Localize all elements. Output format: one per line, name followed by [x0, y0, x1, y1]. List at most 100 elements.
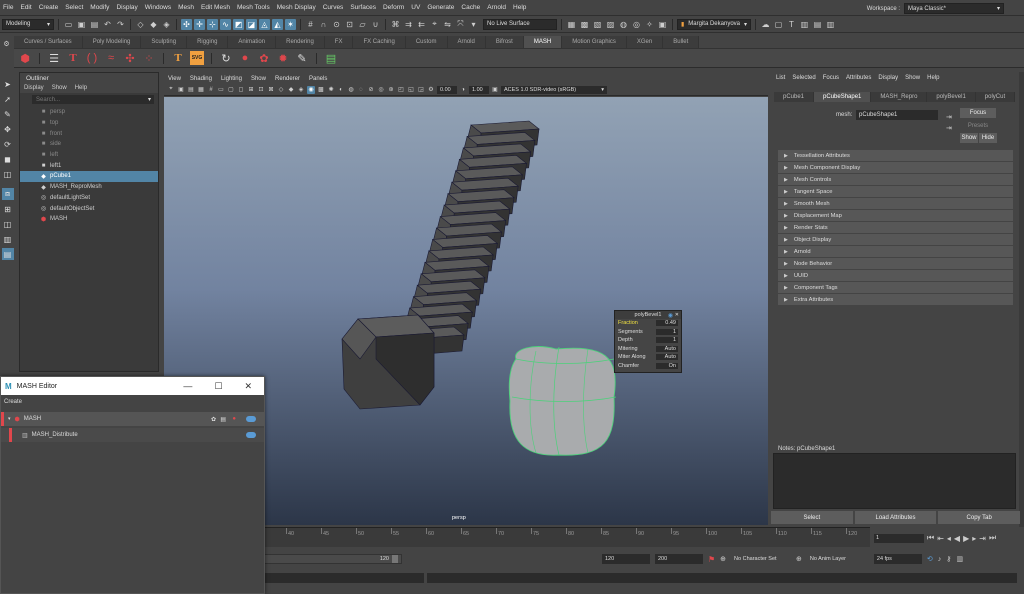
close-icon[interactable]: ✕: [675, 312, 679, 318]
attr-section[interactable]: ▶ Render Stats: [778, 222, 1013, 233]
attr-section[interactable]: ▶ Component Tags: [778, 282, 1013, 293]
history-icon[interactable]: ⌘: [390, 19, 401, 30]
attr-menu-show[interactable]: Show: [905, 75, 920, 81]
single-view-icon[interactable]: ⧈: [1, 188, 14, 200]
attr-tab[interactable]: polyBevel1: [927, 92, 976, 102]
symmetry-icon[interactable]: ⇋: [442, 19, 453, 30]
mel-input[interactable]: [264, 573, 424, 583]
shelf-tab[interactable]: FX: [324, 36, 354, 48]
polybevel-attr-value[interactable]: 0.49: [656, 320, 678, 327]
text-node-icon[interactable]: T: [66, 51, 80, 65]
input-icon[interactable]: ⇉: [403, 19, 414, 30]
feather-icon[interactable]: ✎: [295, 51, 309, 65]
wireframe-on-shaded-icon[interactable]: ◉: [307, 85, 315, 94]
select-object-icon[interactable]: ◆: [148, 19, 159, 30]
polybevel-attr-value[interactable]: Auto: [656, 354, 678, 361]
save-scene-icon[interactable]: ▤: [89, 19, 100, 30]
menu-uv[interactable]: UV: [411, 4, 420, 11]
menu-mesh-display[interactable]: Mesh Display: [277, 4, 316, 11]
image-plane-icon[interactable]: ▦: [197, 86, 205, 94]
viewport-menu-shading[interactable]: Shading: [190, 76, 212, 82]
viewport-menu-show[interactable]: Show: [251, 76, 266, 82]
gear-icon[interactable]: ⚙: [1, 38, 12, 49]
snap-surface-icon[interactable]: ▱: [357, 19, 368, 30]
handle-mask-icon[interactable]: ✛: [194, 18, 205, 30]
undo-icon[interactable]: ↶: [102, 19, 113, 30]
outliner-item[interactable]: ■ left1: [20, 160, 158, 171]
shelf-tab[interactable]: Bifrost: [485, 36, 524, 48]
camera-attr-icon[interactable]: ▣: [177, 86, 185, 94]
polybevel-attr-value[interactable]: 1: [656, 328, 678, 335]
outliner-menu-display[interactable]: Display: [24, 85, 44, 91]
viewport-menu-renderer[interactable]: Renderer: [275, 76, 300, 82]
menu-generate[interactable]: Generate: [427, 4, 454, 11]
redo-icon[interactable]: ↷: [115, 19, 126, 30]
play-backward-icon[interactable]: ◀: [954, 534, 960, 543]
render-view-icon[interactable]: ▦: [566, 19, 577, 30]
outliner-search-input[interactable]: Search... ▾: [32, 95, 154, 104]
gear-icon[interactable]: ⚙: [427, 86, 435, 94]
snap-view-icon[interactable]: ⊡: [344, 19, 355, 30]
menu-select[interactable]: Select: [65, 4, 83, 11]
light-editor-icon[interactable]: ✧: [644, 19, 655, 30]
grid-icon[interactable]: #: [207, 86, 215, 94]
menu-deform[interactable]: Deform: [383, 4, 404, 11]
surface-mask-icon[interactable]: ◩: [233, 18, 244, 30]
attr-section[interactable]: ▶ Arnold: [778, 246, 1013, 257]
paint-select-icon[interactable]: ✎: [2, 108, 14, 120]
gamma-field[interactable]: 1.00: [469, 85, 489, 94]
isolate-icon[interactable]: ⊛: [387, 86, 395, 94]
render-setup-icon[interactable]: ◎: [631, 19, 642, 30]
shelf-tab[interactable]: Sculpting: [141, 36, 188, 48]
attr-section[interactable]: ▶ Tangent Space: [778, 186, 1013, 197]
cloud-icon[interactable]: ☁: [760, 19, 771, 30]
step-back-key-icon[interactable]: ⇤: [937, 534, 944, 543]
lights-icon[interactable]: ✺: [327, 86, 335, 94]
script-icon[interactable]: ▤: [324, 51, 338, 65]
deform-mask-icon[interactable]: ◪: [246, 18, 257, 30]
attr-section[interactable]: ▶ Smooth Mesh: [778, 198, 1013, 209]
menu-mesh[interactable]: Mesh: [178, 4, 194, 11]
move-tool-icon[interactable]: ✥: [2, 123, 14, 135]
sound-icon[interactable]: ♪: [938, 556, 942, 563]
focus-arrow-icon[interactable]: ⇥: [946, 113, 952, 121]
layout-icon[interactable]: ▥: [799, 19, 810, 30]
range-slider[interactable]: 120: [264, 554, 402, 564]
output-icon[interactable]: ⇇: [416, 19, 427, 30]
menu-cache[interactable]: Cache: [461, 4, 480, 11]
brackets-icon[interactable]: ( ): [85, 51, 99, 65]
outliner-menu-show[interactable]: Show: [52, 85, 67, 91]
outliner-menu-help[interactable]: Help: [75, 85, 87, 91]
menu-mesh-tools[interactable]: Mesh Tools: [237, 4, 270, 11]
menu-edit[interactable]: Edit: [20, 4, 31, 11]
refresh-icon[interactable]: ↻: [219, 51, 233, 65]
presets-button[interactable]: Presets: [960, 121, 996, 131]
select-camera-icon[interactable]: ⌖: [167, 86, 175, 94]
curve-mask-icon[interactable]: ∿: [220, 18, 231, 30]
polybevel-attr-value[interactable]: 1: [656, 337, 678, 344]
hypershade-icon[interactable]: ◍: [618, 19, 629, 30]
select-component-icon[interactable]: ◈: [161, 19, 172, 30]
magnet-icon[interactable]: ∪: [370, 19, 381, 30]
attr-menu-display[interactable]: Display: [878, 75, 898, 81]
safe-action-icon[interactable]: ⊡: [257, 86, 265, 94]
time-slider[interactable]: 40 45 50 55 60 65 70 75 80 85 90 95 100 105 110 115 120: [264, 527, 870, 547]
attr-menu-attributes[interactable]: Attributes: [846, 75, 871, 81]
smooth-shade-icon[interactable]: ◆: [287, 86, 295, 94]
shelf-tab[interactable]: Motion Graphics: [562, 36, 627, 48]
paint-icon[interactable]: ✿: [257, 51, 271, 65]
outliner-item[interactable]: ■ persp: [20, 107, 158, 118]
curve-node-icon[interactable]: ≈: [104, 51, 118, 65]
attr-tab[interactable]: pCubeShape1: [814, 92, 872, 102]
close-icon[interactable]: ✕: [244, 381, 252, 392]
exposure-field[interactable]: 0.00: [437, 85, 457, 94]
polybevel-attr-value[interactable]: On: [656, 362, 678, 369]
aa-icon[interactable]: ⊘: [367, 86, 375, 94]
shelf-tab[interactable]: Arnold: [447, 36, 486, 48]
lasso-tool-icon[interactable]: ➚: [2, 93, 14, 105]
persp-outliner-icon[interactable]: ▤: [1, 248, 14, 260]
attr-menu-list[interactable]: List: [776, 75, 785, 81]
hide-button[interactable]: Hide: [979, 133, 997, 143]
go-to-end-icon[interactable]: ⏭: [989, 533, 996, 543]
motion-blur-icon[interactable]: ◌: [357, 86, 365, 94]
